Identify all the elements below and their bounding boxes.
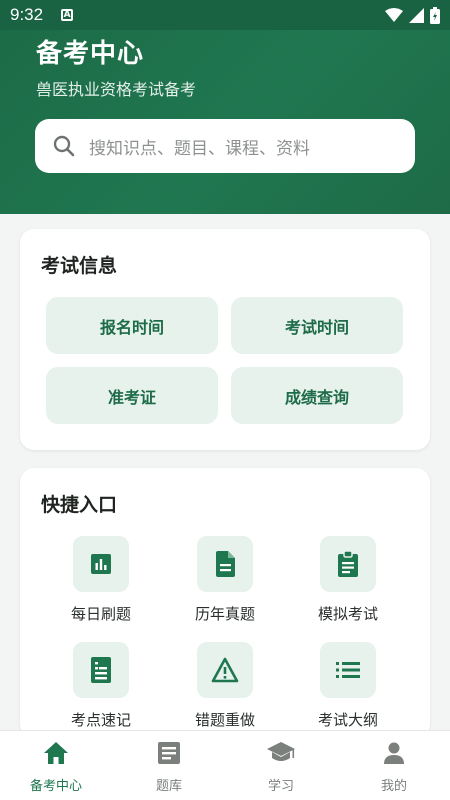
quick-item-label: 考试大纲 — [317, 711, 378, 729]
bar-chart-icon — [91, 554, 111, 574]
quick-item-past-exams[interactable]: 历年真题 — [170, 536, 280, 624]
list-icon — [336, 662, 360, 678]
home-icon — [44, 742, 68, 764]
wifi-icon — [385, 8, 403, 22]
page-subtitle: 兽医执业资格考试备考 — [36, 80, 197, 99]
question-bank-icon — [158, 742, 180, 764]
graduation-cap-icon — [267, 742, 295, 761]
nav-label: 备考中心 — [29, 779, 82, 794]
quick-item-label: 错题重做 — [194, 711, 255, 729]
person-icon — [384, 742, 404, 764]
document-icon — [216, 551, 235, 577]
search-bar[interactable]: 搜知识点、题目、课程、资料 — [35, 119, 415, 173]
quick-item-daily-practice[interactable]: 每日刷题 — [46, 536, 156, 624]
quick-item-exam-syllabus[interactable]: 考试大纲 — [293, 642, 403, 730]
bottom-navigation: 备考中心 题库 学习 我的 — [0, 730, 450, 800]
search-icon — [53, 135, 75, 157]
nav-label: 学习 — [267, 779, 294, 794]
quick-item-mock-exam[interactable]: 模拟考试 — [293, 536, 403, 624]
nav-label: 题库 — [155, 779, 182, 794]
quick-entry-title: 快捷入口 — [41, 494, 118, 516]
status-bar: 9:32 A — [0, 0, 450, 30]
quick-item-label: 考点速记 — [70, 711, 131, 729]
exam-info-card: 考试信息 报名时间 考试时间 准考证 成绩查询 — [20, 229, 430, 450]
quick-item-label: 模拟考试 — [317, 605, 378, 623]
score-query-button[interactable]: 成绩查询 — [231, 367, 403, 424]
clipboard-icon — [338, 551, 358, 577]
notification-icon: A — [61, 9, 74, 21]
admission-ticket-button[interactable]: 准考证 — [46, 367, 218, 424]
exam-time-button[interactable]: 考试时间 — [231, 297, 403, 354]
nav-item-study[interactable]: 学习 — [225, 741, 337, 794]
registration-time-button[interactable]: 报名时间 — [46, 297, 218, 354]
warning-icon — [211, 657, 239, 683]
nav-item-question-bank[interactable]: 题库 — [113, 741, 225, 794]
battery-icon — [430, 6, 440, 24]
quick-entry-card: 快捷入口 每日刷题 历年真题 模拟考试 考点速记 错题重做 考试大纲 — [20, 468, 430, 738]
page-title: 备考中心 — [36, 39, 145, 69]
nav-item-prep-center[interactable]: 备考中心 — [0, 741, 112, 794]
quick-item-label: 历年真题 — [194, 605, 255, 623]
exam-info-title: 考试信息 — [41, 255, 118, 277]
notes-icon — [91, 657, 111, 683]
quick-item-key-points[interactable]: 考点速记 — [46, 642, 156, 730]
quick-item-wrong-questions[interactable]: 错题重做 — [170, 642, 280, 730]
signal-icon — [409, 7, 424, 23]
nav-label: 我的 — [380, 779, 407, 794]
quick-item-label: 每日刷题 — [70, 605, 131, 623]
status-time: 9:32 — [10, 5, 44, 24]
search-input[interactable]: 搜知识点、题目、课程、资料 — [89, 134, 310, 159]
nav-item-mine[interactable]: 我的 — [338, 741, 450, 794]
